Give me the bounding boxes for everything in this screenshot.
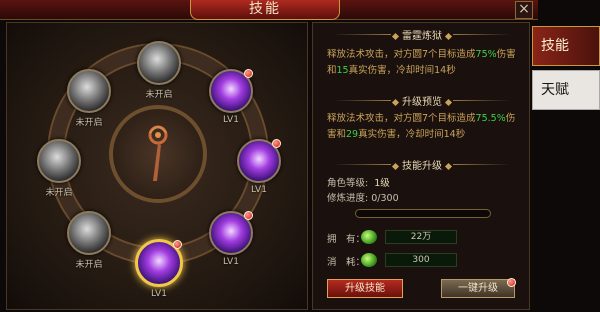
skill-node-right[interactable] xyxy=(237,139,281,183)
staff-icon xyxy=(148,125,168,181)
window-title: 技能 xyxy=(190,0,340,20)
jade-coin-icon xyxy=(361,230,377,244)
skill-label: LV1 xyxy=(223,257,239,267)
skill-label: 未开启 xyxy=(145,90,173,100)
section-header: 雷霆炼狱 xyxy=(313,27,531,42)
side-tabs: 技能 天赋 xyxy=(532,22,600,310)
skill-label: 未开启 xyxy=(75,260,103,270)
skill-node-lower-right[interactable] xyxy=(209,211,253,255)
tab-talents[interactable]: 天赋 xyxy=(532,70,600,110)
own-value: 22万 xyxy=(385,230,457,244)
notification-dot xyxy=(173,240,182,249)
training-progress-bar xyxy=(355,209,491,218)
section-header: 技能升级 xyxy=(313,157,531,172)
skill-node-top[interactable] xyxy=(137,41,181,85)
cost-value: 300 xyxy=(385,253,457,267)
skill-info-panel: 雷霆炼狱 释放法术攻击，对方圆7个目标造成75%伤害和15真实伤害，冷却时间14… xyxy=(312,22,530,310)
skill-node-upper-right[interactable] xyxy=(209,69,253,113)
own-label: 拥 有： xyxy=(327,234,366,245)
upgrade-title: 技能升级 xyxy=(402,161,442,172)
skill-node-left[interactable] xyxy=(37,139,81,183)
skill-label: LV1 xyxy=(223,115,239,125)
upgrade-skill-button[interactable]: 升级技能 xyxy=(327,279,403,298)
current-effect-text: 释放法术攻击，对方圆7个目标造成75%伤害和15真实伤害，冷却时间14秒 xyxy=(327,49,516,76)
skill-node-lower-left[interactable] xyxy=(67,211,111,255)
skill-wheel-panel: 未开启 未开启 LV1 未开启 LV1 未开启 LV1 LV1 xyxy=(6,22,308,310)
jade-coin-icon xyxy=(361,253,377,267)
one-click-upgrade-button[interactable]: 一键升级 xyxy=(441,278,516,298)
close-icon[interactable]: × xyxy=(515,1,533,19)
preview-effect-text: 释放法术攻击，对方圆7个目标造成75.5%伤害和29真实伤害，冷却时间14秒 xyxy=(327,113,516,140)
preview-title: 升级预览 xyxy=(402,97,442,108)
skill-node-bottom[interactable] xyxy=(135,239,183,287)
notification-dot xyxy=(244,211,253,220)
progress-row: 修炼进度: 0/300 xyxy=(327,193,399,204)
title-bar: 技能 × xyxy=(0,0,538,20)
notification-dot xyxy=(244,69,253,78)
skill-node-upper-left[interactable] xyxy=(67,69,111,113)
notification-dot xyxy=(507,278,516,287)
skill-label: LV1 xyxy=(251,185,267,195)
skill-label: LV1 xyxy=(151,289,167,299)
notification-dot xyxy=(272,139,281,148)
role-level-row: 角色等级: 1级 xyxy=(327,178,390,189)
skill-label: 未开启 xyxy=(75,118,103,128)
skill-label: 未开启 xyxy=(45,188,73,198)
section-header: 升级预览 xyxy=(313,93,531,108)
cost-label: 消 耗： xyxy=(327,257,366,268)
tab-skills[interactable]: 技能 xyxy=(532,26,600,66)
skill-name: 雷霆炼狱 xyxy=(402,31,442,42)
